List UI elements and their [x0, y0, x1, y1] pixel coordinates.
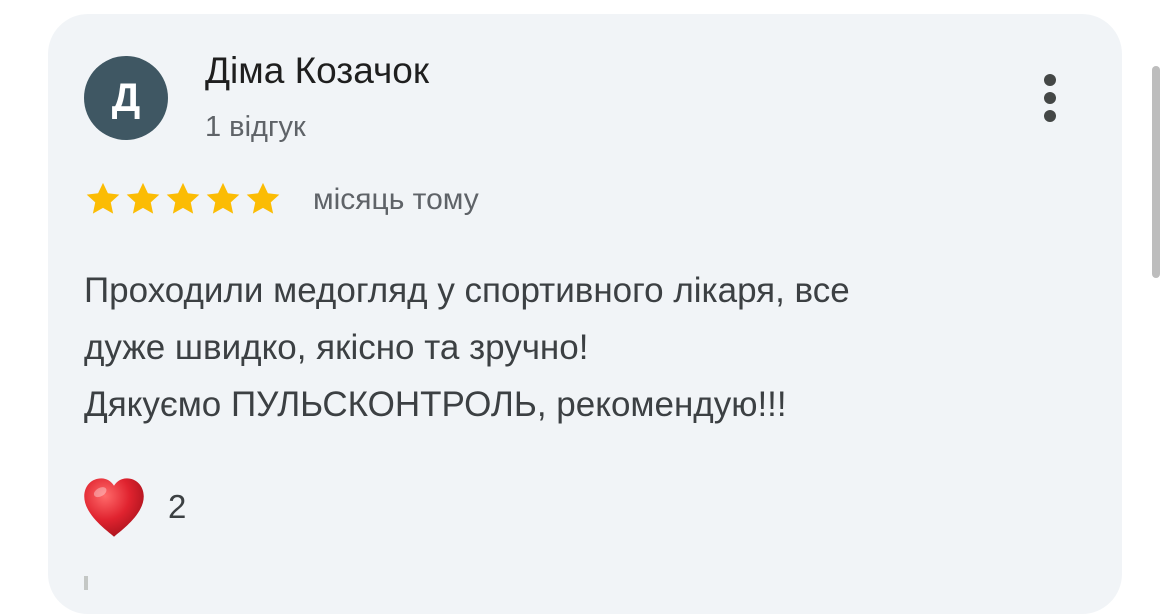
red-heart-icon [84, 478, 144, 537]
reaction-button[interactable]: 2 [80, 474, 186, 540]
star-icon [166, 182, 200, 214]
review-text-line: Проходили медогляд у спортивного лікаря,… [84, 271, 850, 310]
more-options-button[interactable] [1032, 70, 1068, 126]
review-text-line: дуже швидко, якісно та зручно! [84, 328, 589, 367]
avatar[interactable]: Д [84, 56, 168, 140]
star-icon [206, 182, 240, 214]
star-icon [86, 182, 120, 214]
review-text-line: Дякуємо ПУЛЬСКОНТРОЛЬ, рекомендую!!! [84, 385, 787, 424]
star-rating [84, 180, 282, 218]
review-text: Проходили медогляд у спортивного лікаря,… [84, 262, 1084, 433]
review-date: місяць тому [313, 183, 479, 216]
author-name[interactable]: Діма Козачок [205, 50, 429, 92]
author-review-count: 1 відгук [205, 111, 306, 143]
reaction-count: 2 [168, 488, 187, 525]
star-icon [126, 182, 160, 214]
avatar-letter: Д [111, 75, 141, 120]
scrollbar[interactable] [1152, 66, 1160, 278]
star-icon [246, 182, 280, 214]
more-vert-icon [1044, 74, 1056, 86]
